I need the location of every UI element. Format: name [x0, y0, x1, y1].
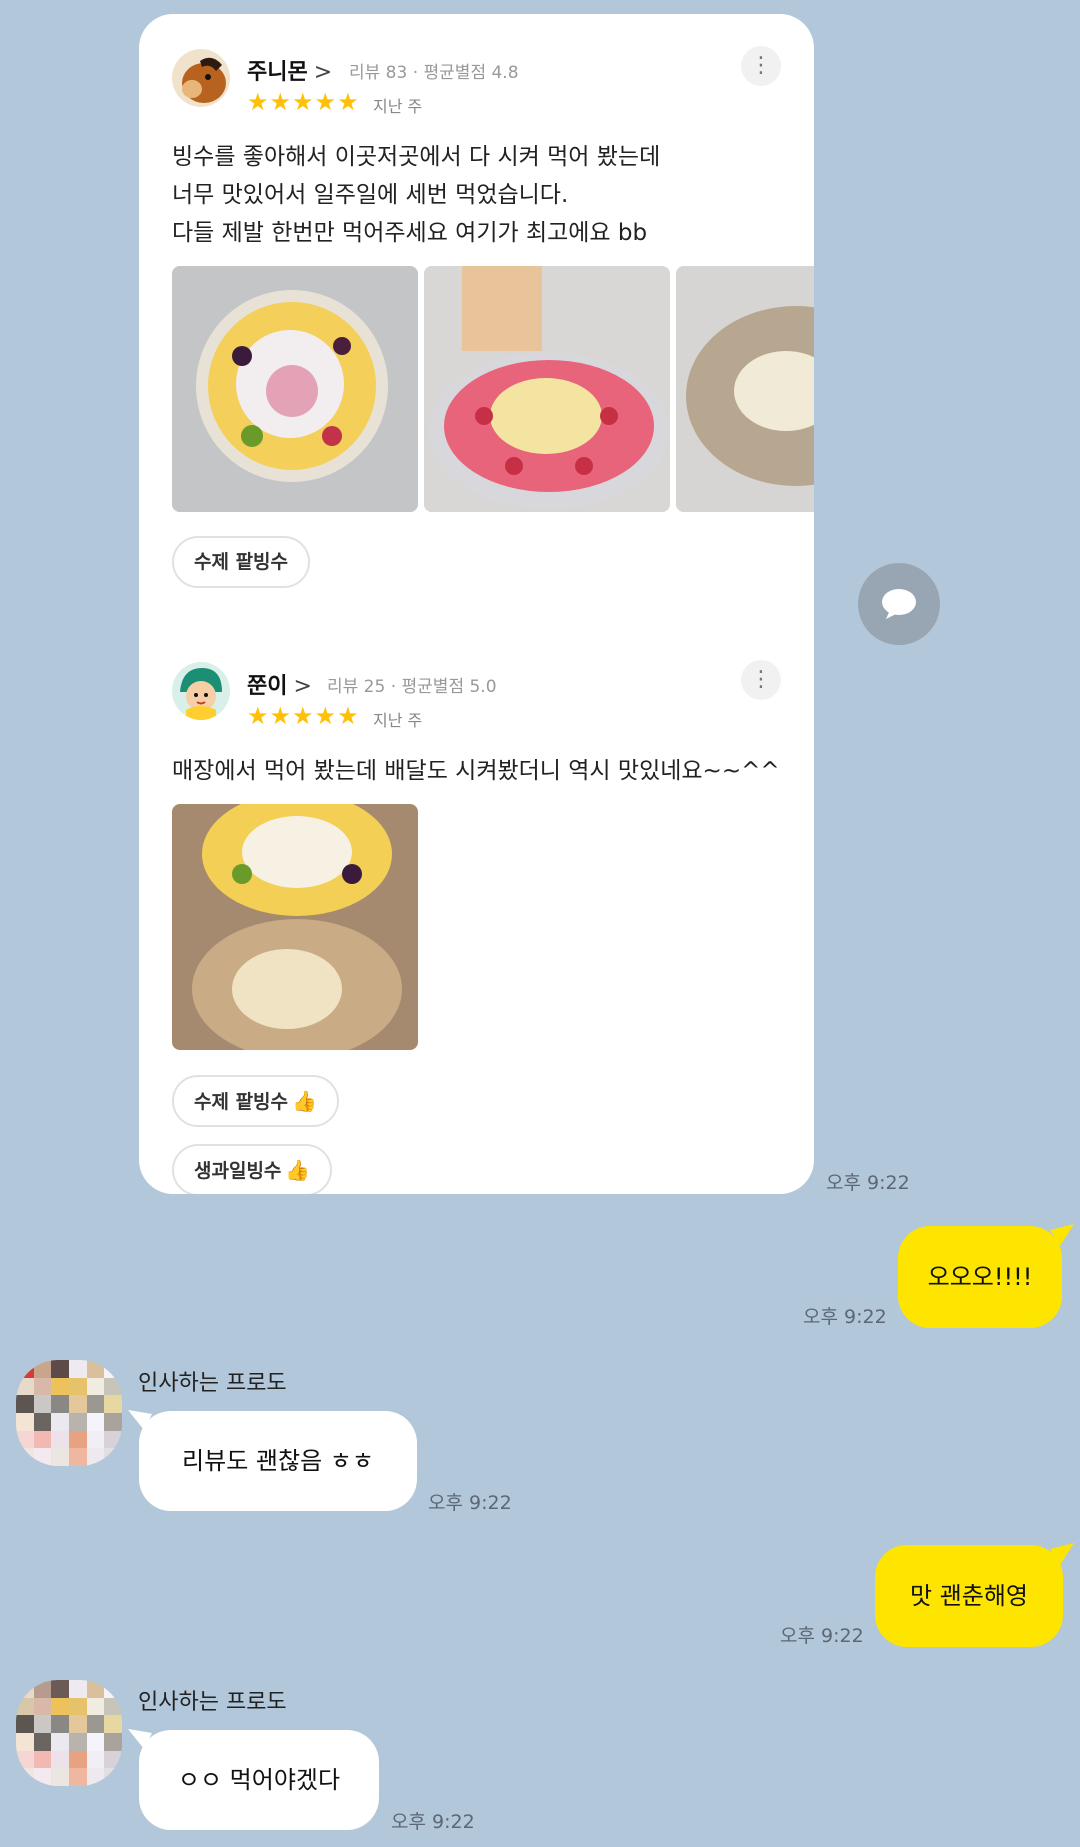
reviewer-avatar	[172, 49, 230, 107]
sender-name: 인사하는 프로도	[138, 1371, 287, 1396]
thumbs-up-icon: 👍	[285, 1158, 311, 1182]
other-message-bubble[interactable]: ㅇㅇ 먹어야겠다	[139, 1730, 379, 1830]
reviewer-name[interactable]: 주니몬 >	[247, 54, 332, 86]
shared-review-card[interactable]: 주니몬 > 리뷰 83 · 평균별점 4.8 ★★★★★ 지난 주 ⋮ 빙수를 좋…	[139, 14, 814, 1194]
other-message-bubble[interactable]: 리뷰도 괜찮음 ㅎㅎ	[139, 1411, 417, 1511]
review-text: 빙수를 좋아해서 이곳저곳에서 다 시켜 먹어 봤는데 너무 맛있어서 일주일에…	[172, 144, 661, 246]
sender-avatar[interactable]	[16, 1680, 122, 1786]
more-options-icon[interactable]: ⋮	[741, 660, 781, 700]
menu-tag[interactable]: 수제 팥빙수 👍	[172, 1075, 339, 1127]
bubble-tail	[1050, 1543, 1074, 1565]
review-photo[interactable]	[424, 266, 670, 512]
message-time: 오후 9:22	[803, 1306, 887, 1328]
message-time: 오후 9:22	[826, 1172, 910, 1194]
bubble-tail	[1050, 1224, 1074, 1246]
sender-avatar[interactable]	[16, 1360, 122, 1466]
review-text: 매장에서 먹어 봤는데 배달도 시켜봤더니 역시 맛있네요~~^^	[172, 758, 780, 784]
sender-name: 인사하는 프로도	[138, 1690, 287, 1715]
chevron-right-icon: >	[293, 674, 312, 699]
reviewer-avatar	[172, 662, 230, 720]
bingsu-photo-image	[172, 266, 418, 512]
bubble-tail	[128, 1410, 152, 1430]
review-photo[interactable]	[172, 266, 418, 512]
menu-tag[interactable]: 생과일빙수 👍	[172, 1144, 333, 1194]
review-date: 지난 주	[373, 97, 423, 116]
bubble-tail	[128, 1729, 152, 1749]
horse-character-icon	[182, 57, 226, 103]
review-photo[interactable]	[676, 266, 814, 512]
my-message-bubble[interactable]: 맛 괜춘해영	[875, 1545, 1063, 1647]
review-meta: 리뷰 83 · 평균별점 4.8	[349, 63, 519, 83]
review-meta: 리뷰 25 · 평균별점 5.0	[327, 677, 497, 697]
child-character-icon	[180, 668, 222, 720]
menu-tag[interactable]: 수제 팥빙수	[172, 536, 311, 588]
speech-bubble-icon	[882, 589, 916, 619]
thumbs-up-icon: 👍	[292, 1089, 317, 1113]
chevron-right-icon: >	[313, 60, 333, 85]
message-time: 오후 9:22	[780, 1625, 864, 1647]
bingsu-photo-image	[424, 266, 670, 512]
more-options-icon[interactable]: ⋮	[741, 46, 781, 86]
star-rating: ★★★★★	[247, 88, 360, 116]
message-time: 오후 9:22	[428, 1492, 512, 1514]
review-date: 지난 주	[373, 711, 423, 730]
star-rating: ★★★★★	[247, 702, 360, 730]
bingsu-photo-image	[172, 804, 418, 1050]
bingsu-photo-image	[676, 266, 814, 512]
review-photo[interactable]	[172, 804, 418, 1050]
share-button[interactable]	[858, 563, 940, 645]
reviewer-name[interactable]: 쭌이 >	[247, 668, 312, 700]
message-time: 오후 9:22	[391, 1811, 475, 1833]
my-message-bubble[interactable]: 오오오!!!!	[898, 1226, 1062, 1328]
